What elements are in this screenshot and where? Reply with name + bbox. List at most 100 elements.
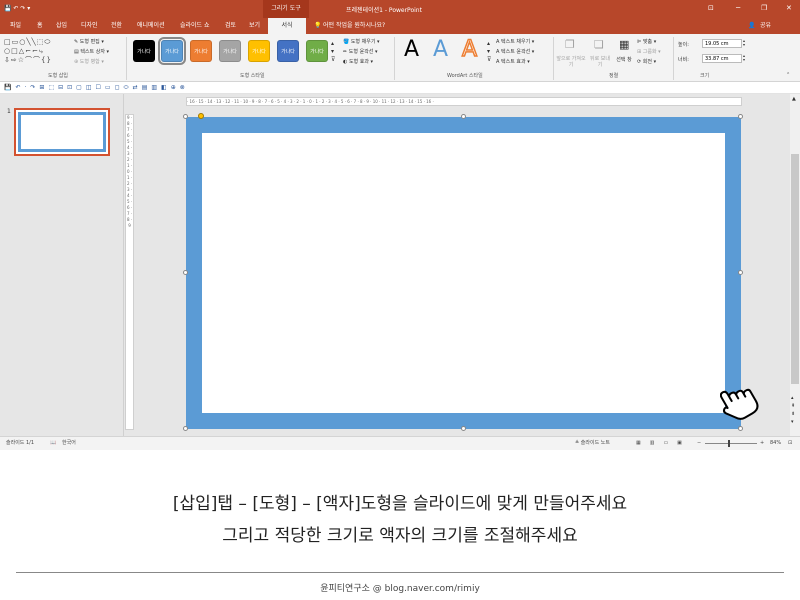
style-swatch-blue[interactable]: 가나다 [158, 37, 186, 65]
minimize-button[interactable]: ─ [736, 4, 740, 12]
resize-handle-bottom[interactable] [461, 426, 466, 431]
language-indicator[interactable]: 한국어 [62, 437, 76, 450]
tab-review[interactable]: 검토 [225, 18, 236, 34]
tell-me-input[interactable]: 어떤 작업을 원하시나요? [323, 18, 385, 34]
quick-access-icons[interactable]: 💾 ↶ ↷ ▾ [4, 5, 30, 12]
group-label-insert-shapes: 도형 삽입 [48, 73, 68, 79]
slide-nav-arrows[interactable]: ▴ ⇞ ⇟ ▾ [791, 394, 795, 426]
wordart-style-blue[interactable]: A [433, 37, 448, 62]
text-outline-label: 텍스트 윤곽선 [501, 49, 531, 55]
bring-forward-button[interactable]: 앞으로 가져오기 [556, 56, 586, 68]
shape-fill-button[interactable]: 🪣 도형 채우기 ▾ [343, 38, 380, 45]
close-button[interactable]: ✕ [786, 4, 792, 12]
zoom-slider-thumb[interactable] [728, 440, 730, 447]
collapse-ribbon-icon[interactable]: ⌃ [786, 72, 790, 78]
text-fill-button[interactable]: A 텍스트 채우기 ▾ [496, 38, 534, 45]
resize-handle-top-left[interactable] [183, 114, 188, 119]
frame-shape[interactable] [186, 117, 741, 429]
adjustment-handle[interactable] [198, 113, 204, 119]
caption-line-1: [삽입]탭 – [도형] – [액자]도형을 슬라이드에 맞게 만들어주세요 [172, 494, 628, 514]
tab-home[interactable]: 홈 [37, 18, 43, 34]
style-swatch-gray[interactable]: 가나다 [219, 40, 241, 62]
view-buttons[interactable]: ▦▥▭▣ [636, 437, 691, 450]
text-box-button[interactable]: ▤ 텍스트 상자 ▾ [74, 48, 109, 55]
style-gallery-scroll[interactable]: ▴ ▾ ⊽ [331, 40, 335, 64]
ribbon-tabs: 파일 홈 삽입 디자인 전환 애니메이션 슬라이드 쇼 검토 보기 💡 어떤 작… [0, 18, 800, 34]
selection-pane-button[interactable]: 선택 창 [613, 56, 635, 63]
zoom-out-button[interactable]: − [697, 437, 701, 450]
edit-shape-label: 도형 편집 [79, 39, 100, 45]
footer-credit: 윤피티연구소 @ blog.naver.com/rimiy [320, 584, 480, 594]
tab-slideshow[interactable]: 슬라이드 쇼 [180, 18, 210, 34]
shape-effects-label: 도형 효과 [348, 59, 369, 65]
slide-thumbnail-pane: 1 [0, 94, 124, 436]
shape-effects-button[interactable]: ◐ 도형 효과 ▾ [343, 58, 373, 65]
tab-animations[interactable]: 애니메이션 [137, 18, 165, 34]
ribbon-display-icon[interactable]: ⊡ [708, 4, 714, 12]
vertical-ruler: 9 · 8 · 7 · 6 · 5 · 4 · 3 · 2 · 1 · 0 · … [125, 114, 134, 430]
text-effects-button[interactable]: A 텍스트 효과 ▾ [496, 58, 530, 65]
resize-handle-right[interactable] [738, 270, 743, 275]
scrollbar-thumb[interactable] [791, 154, 799, 384]
group-button[interactable]: ⊞ 그룹화 ▾ [637, 48, 661, 55]
style-swatch-orange[interactable]: 가나다 [190, 40, 212, 62]
tab-view[interactable]: 보기 [249, 18, 260, 34]
resize-handle-bottom-right[interactable] [738, 426, 743, 431]
horizontal-ruler: · 16 · 15 · 14 · 13 · 12 · 11 · 10 · 9 ·… [186, 97, 742, 106]
edit-shape-button[interactable]: ✎ 도형 편집 ▾ [74, 38, 104, 45]
notes-label: 슬라이드 노트 [580, 440, 610, 446]
style-swatch-gold[interactable]: 가나다 [248, 40, 270, 62]
style-swatch-black[interactable]: 가나다 [133, 40, 155, 62]
person-icon: 👤 [748, 22, 756, 29]
notes-button[interactable]: ≜ 슬라이드 노트 [575, 437, 610, 450]
zoom-in-button[interactable]: + [760, 437, 764, 450]
title-bar: 💾 ↶ ↷ ▾ 그리기 도구 프레젠테이션1 - PowerPoint ⊡ ─ … [0, 0, 800, 18]
zoom-slider[interactable] [705, 443, 757, 444]
align-label: 맞춤 [642, 39, 653, 45]
style-swatch-darkblue[interactable]: 가나다 [277, 40, 299, 62]
maximize-button[interactable]: ❐ [761, 4, 767, 12]
wordart-style-black[interactable]: A [404, 37, 419, 62]
footer-divider [16, 572, 784, 573]
style-swatch-green[interactable]: 가나다 [306, 40, 328, 62]
align-button[interactable]: ⊫ 맞춤 ▾ [637, 38, 656, 45]
tab-file[interactable]: 파일 [10, 18, 21, 34]
shape-outline-label: 도형 윤곽선 [348, 49, 374, 55]
tab-format[interactable]: 서식 [268, 18, 306, 34]
spell-check-icon[interactable]: 📖 [50, 437, 56, 450]
hand-cursor-icon [720, 388, 759, 420]
tab-transitions[interactable]: 전환 [111, 18, 122, 34]
ribbon: □▭○╲╲⬚⬭ ○□△⌐⌐⤷ ⇩⇨☆⌒⌒{} ✎ 도형 편집 ▾ ▤ 텍스트 상자 … [0, 34, 800, 82]
resize-handle-top-right[interactable] [738, 114, 743, 119]
resize-handle-left[interactable] [183, 270, 188, 275]
tab-insert[interactable]: 삽입 [56, 18, 67, 34]
wordart-gallery-scroll[interactable]: ▴ ▾ ⊽ [487, 40, 491, 64]
rotate-label: 회전 [642, 59, 652, 65]
width-input[interactable]: 33.87 cm [702, 54, 742, 63]
zoom-level[interactable]: 84% [770, 437, 781, 450]
bring-forward-icon: ❐ [565, 38, 575, 51]
resize-handle-bottom-left[interactable] [183, 426, 188, 431]
share-button[interactable]: 공유 [760, 18, 771, 34]
qat-icons[interactable]: 💾↶·↷⊞⬚⊟⊡▢◫☐▭◻⬭⇄▤▥◧⊕⊗ [4, 84, 189, 92]
merge-shapes-button[interactable]: ⊕ 도형 병합 ▾ [74, 58, 104, 65]
height-input[interactable]: 19.05 cm [702, 39, 742, 48]
resize-handle-top[interactable] [461, 114, 466, 119]
fit-slide-icon[interactable]: ⊡ [788, 437, 792, 450]
divider [126, 37, 127, 80]
shape-gallery[interactable]: □▭○╲╲⬚⬭ ○□△⌐⌐⤷ ⇩⇨☆⌒⌒{} [4, 38, 68, 66]
tab-design[interactable]: 디자인 [81, 18, 98, 34]
text-outline-button[interactable]: A 텍스트 윤곽선 ▾ [496, 48, 534, 55]
scroll-up-arrow[interactable]: ▲ [792, 96, 796, 102]
divider [553, 37, 554, 80]
shape-outline-button[interactable]: ✏ 도형 윤곽선 ▾ [343, 48, 377, 55]
slide-thumbnail[interactable] [14, 108, 110, 156]
divider [673, 37, 674, 80]
rotate-button[interactable]: ⟳ 회전 ▾ [637, 58, 656, 65]
send-backward-button[interactable]: 뒤로 보내기 [588, 56, 612, 68]
width-spinner[interactable]: ▴ ▾ [743, 54, 745, 62]
vertical-scrollbar[interactable]: ▲ ▴ ⇞ ⇟ ▾ [790, 94, 800, 436]
wordart-style-orange[interactable]: A [461, 36, 478, 63]
height-spinner[interactable]: ▴ ▾ [743, 39, 745, 47]
shape-fill-label: 도형 채우기 [350, 39, 376, 45]
